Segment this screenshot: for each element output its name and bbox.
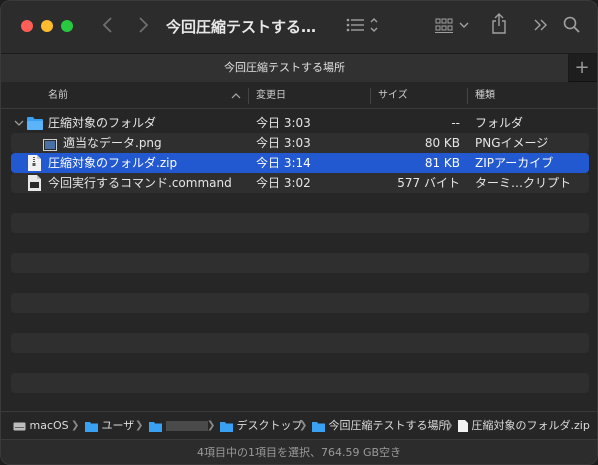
more-toolbar-icon[interactable]	[533, 15, 549, 41]
folder-icon	[85, 421, 98, 432]
path-folder-label: 今回圧縮テストする場所	[328, 419, 450, 432]
column-modified[interactable]: 変更日	[256, 83, 286, 109]
file-size: --	[451, 116, 460, 130]
home-folder-icon	[149, 421, 162, 432]
list-item-selected[interactable]: 圧縮対象のフォルダ.zip 今日 3:14 81 KB ZIPアーカイブ	[11, 153, 589, 173]
path-bar: macOS ❯ ユーザ ❯ ❯ デスクトップ ❯ 今回圧縮テストする場所 ❯ 圧…	[1, 411, 597, 439]
file-kind: PNGイメージ	[475, 136, 549, 150]
column-size[interactable]: サイズ	[378, 83, 408, 109]
path-users[interactable]: ユーザ	[85, 412, 134, 439]
group-by-icon[interactable]	[435, 15, 473, 41]
window-title: 今回圧縮テストする…	[166, 18, 317, 36]
script-file-icon	[28, 175, 41, 197]
sort-chevron-icon[interactable]	[231, 83, 241, 109]
column-divider	[370, 88, 371, 104]
disk-icon	[13, 422, 26, 430]
tab-bar: 今回圧縮テストする場所 +	[1, 53, 597, 82]
file-size: 577 バイト	[397, 176, 460, 190]
column-kind[interactable]: 種類	[475, 83, 495, 109]
list-item[interactable]: 今回実行するコマンド.command 今日 3:02 577 バイト ターミ…ク…	[11, 173, 589, 193]
list-item[interactable]: 圧縮対象のフォルダ 今日 3:03 -- フォルダ	[11, 113, 589, 133]
folder-icon	[312, 421, 325, 432]
file-size: 80 KB	[424, 136, 460, 150]
column-name[interactable]: 名前	[48, 83, 68, 109]
file-modified: 今日 3:14	[256, 156, 311, 170]
path-folder[interactable]: 今回圧縮テストする場所	[312, 412, 450, 439]
path-users-label: ユーザ	[101, 419, 135, 432]
path-file[interactable]: 圧縮対象のフォルダ.zip	[458, 412, 590, 439]
file-kind: ZIPアーカイブ	[475, 156, 554, 170]
path-separator-icon: ❯	[299, 420, 308, 431]
zip-file-icon	[458, 420, 468, 432]
path-disk-label: macOS	[29, 419, 69, 432]
path-file-label: 圧縮対象のフォルダ.zip	[471, 419, 590, 432]
list-item[interactable]: 適当なデータ.png 今日 3:03 80 KB PNGイメージ	[11, 133, 589, 153]
path-separator-icon: ❯	[445, 420, 454, 431]
tab-current-folder[interactable]: 今回圧縮テストする場所	[1, 54, 569, 82]
zoom-button[interactable]	[61, 20, 73, 32]
column-divider	[248, 88, 249, 104]
file-name: 圧縮対象のフォルダ	[48, 116, 157, 130]
file-name: 圧縮対象のフォルダ.zip	[48, 156, 178, 170]
status-bar: 4項目中の1項目を選択、764.59 GB空き	[1, 439, 597, 464]
empty-row	[11, 213, 589, 233]
empty-row	[11, 333, 589, 353]
path-desktop[interactable]: デスクトップ	[220, 412, 303, 439]
back-arrow-icon[interactable]	[102, 15, 114, 41]
column-header: 名前 変更日 サイズ 種類	[1, 83, 597, 109]
empty-row	[11, 373, 589, 393]
empty-row	[11, 253, 589, 273]
share-icon[interactable]	[491, 13, 507, 41]
close-button[interactable]	[21, 20, 33, 32]
path-separator-icon: ❯	[135, 420, 144, 431]
folder-icon	[220, 421, 233, 432]
toolbar: 今回圧縮テストする…	[1, 1, 597, 53]
file-kind: フォルダ	[475, 116, 524, 130]
path-desktop-label: デスクトップ	[236, 419, 303, 432]
path-separator-icon: ❯	[207, 420, 216, 431]
file-modified: 今日 3:03	[256, 116, 311, 130]
path-user[interactable]	[149, 412, 208, 439]
finder-window: 今回圧縮テストする… 今回圧縮テストする場所 + 名前 変更日 サイズ 種類 圧…	[0, 0, 598, 465]
path-user-label	[165, 421, 208, 431]
file-modified: 今日 3:03	[256, 136, 311, 150]
list-view-icon[interactable]	[346, 15, 382, 41]
forward-arrow-icon[interactable]	[137, 15, 149, 41]
file-name: 適当なデータ.png	[63, 136, 162, 150]
empty-row	[11, 293, 589, 313]
file-modified: 今日 3:02	[256, 176, 311, 190]
path-disk[interactable]: macOS	[13, 412, 69, 439]
new-tab-button[interactable]: +	[567, 54, 597, 82]
column-divider	[467, 88, 468, 104]
file-name: 今回実行するコマンド.command	[48, 176, 232, 190]
file-size: 81 KB	[424, 156, 460, 170]
minimize-button[interactable]	[41, 20, 53, 32]
path-separator-icon: ❯	[71, 420, 80, 431]
file-kind: ターミ…クリプト	[475, 176, 572, 190]
search-icon[interactable]	[563, 15, 581, 41]
